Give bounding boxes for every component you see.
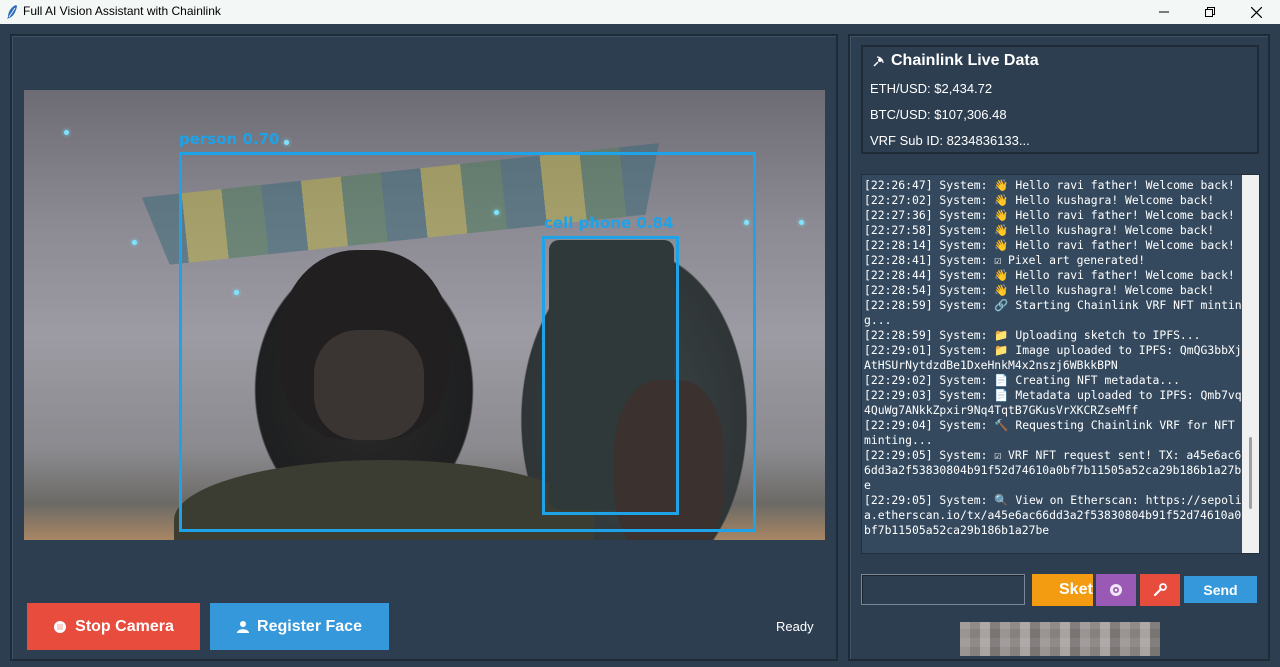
stop-camera-button[interactable]: Stop Camera bbox=[27, 603, 200, 650]
fairy-light bbox=[64, 130, 69, 135]
wrench-icon bbox=[1153, 583, 1167, 597]
vision-button[interactable] bbox=[1096, 574, 1136, 606]
person-detection-label: person 0.70 bbox=[179, 130, 280, 148]
feather-icon bbox=[7, 5, 17, 19]
send-button-label: Send bbox=[1203, 581, 1238, 598]
pixel-art-preview bbox=[960, 622, 1160, 656]
status-text: Ready bbox=[776, 619, 814, 634]
phone-detection-label: cell phone 0.84 bbox=[544, 214, 674, 232]
fairy-light bbox=[284, 140, 289, 145]
btc-usd-price: BTC/USD: $107,306.48 bbox=[870, 107, 1007, 122]
tools-button[interactable] bbox=[1140, 574, 1180, 606]
chat-log[interactable]: [22:26:47] System: 👋 Hello ravi father! … bbox=[861, 174, 1260, 554]
sketch-button-label: Sketch bbox=[1059, 581, 1093, 598]
phone-detection-box bbox=[542, 236, 679, 515]
vrf-sub-id: VRF Sub ID: 8234836133... bbox=[870, 133, 1030, 148]
stop-icon bbox=[54, 620, 67, 633]
window-title: Full AI Vision Assistant with Chainlink bbox=[23, 4, 221, 18]
register-face-label: Register Face bbox=[257, 617, 362, 635]
camera-feed: person 0.70 cell phone 0.84 bbox=[24, 90, 825, 540]
title-bar: Full AI Vision Assistant with Chainlink bbox=[0, 0, 1280, 24]
sketch-button[interactable]: Sketch bbox=[1032, 574, 1093, 606]
chat-log-text: [22:26:47] System: 👋 Hello ravi father! … bbox=[864, 178, 1242, 537]
register-face-button[interactable]: Register Face bbox=[210, 603, 389, 650]
close-button[interactable] bbox=[1233, 0, 1279, 24]
minimize-button[interactable] bbox=[1141, 0, 1187, 24]
fairy-light bbox=[132, 240, 137, 245]
fairy-light bbox=[799, 220, 804, 225]
send-button[interactable]: Send bbox=[1184, 576, 1257, 603]
eth-usd-price: ETH/USD: $2,434.72 bbox=[870, 81, 993, 96]
restore-icon bbox=[1205, 7, 1215, 17]
user-icon bbox=[237, 621, 250, 633]
minimize-icon bbox=[1159, 11, 1169, 13]
chainlink-title-text: Chainlink Live Data bbox=[891, 52, 1039, 69]
satellite-icon bbox=[873, 56, 884, 67]
chat-log-scrollbar[interactable] bbox=[1242, 175, 1259, 553]
stop-camera-label: Stop Camera bbox=[75, 617, 174, 635]
scrollbar-thumb[interactable] bbox=[1249, 437, 1252, 509]
eye-icon bbox=[1110, 584, 1122, 596]
close-icon bbox=[1250, 6, 1262, 18]
chat-input[interactable] bbox=[861, 574, 1025, 605]
chainlink-title: Chainlink Live Data bbox=[872, 52, 1039, 70]
restore-button[interactable] bbox=[1187, 0, 1233, 24]
